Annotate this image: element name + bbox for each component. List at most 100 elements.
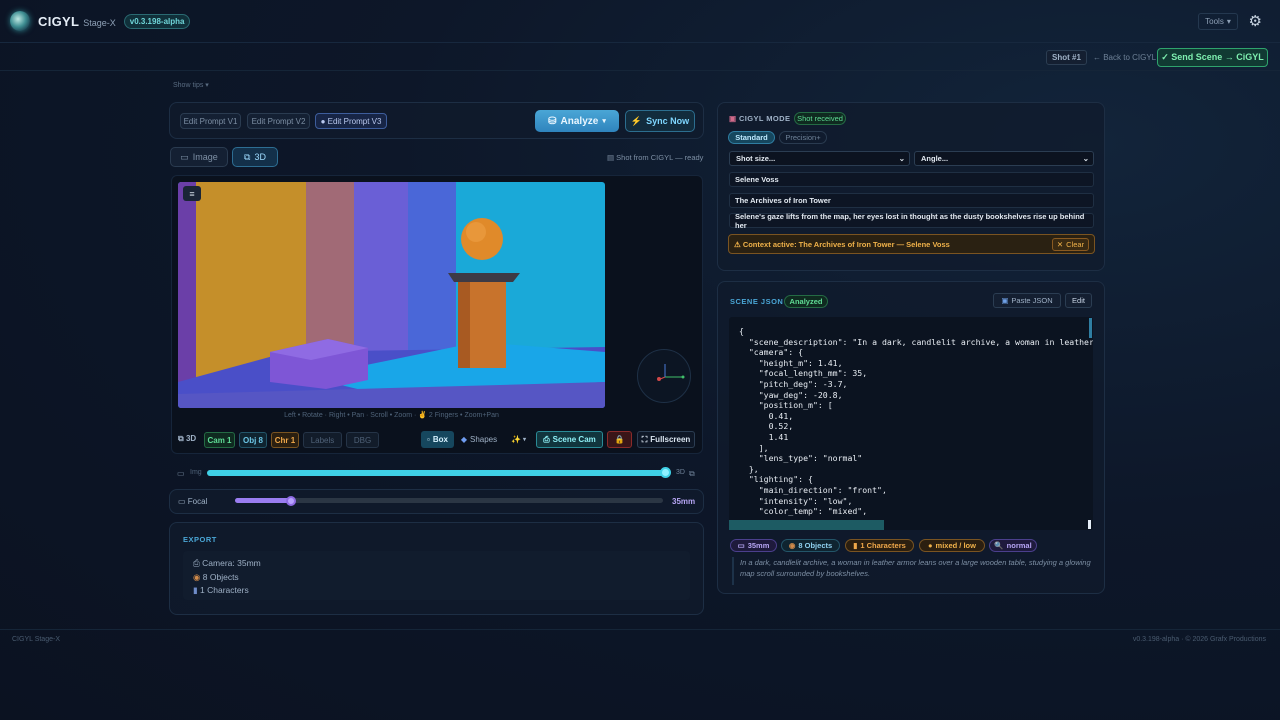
expand-icon: ⛶ [641,434,648,444]
send-scene-button[interactable]: ✓ Send Scene → CiGYL [1157,48,1268,67]
footer-divider [0,629,1280,630]
lock-icon[interactable]: 🔒 [607,431,632,448]
toggle-dbg[interactable]: DBG [346,432,379,448]
paste-json-label: Paste JSON [1011,296,1053,305]
paste-json-button[interactable]: ▣ Paste JSON [993,293,1061,308]
mode-slider-left: Img [190,469,202,476]
pedestal-top [448,273,520,282]
mode-label: 3D [185,434,197,443]
tag-lens-text: normal [1006,541,1032,550]
scene-render[interactable] [178,182,605,408]
fullscreen-button[interactable]: ⛶ Fullscreen [637,431,695,448]
json-line: "intensity": "low", [739,495,853,506]
export-title: EXPORT [183,535,217,544]
focal-slider[interactable] [235,498,663,503]
tab-precision[interactable]: Precision+ [779,131,827,144]
angle-select[interactable]: Angle... ⌄ [914,151,1094,166]
tag-lighting: ● mixed / low [919,539,985,552]
film-icon: ▣ [729,114,739,123]
angle-value: Angle... [921,154,949,163]
export-characters: ▮ 1 Characters [193,585,249,596]
vertical-scrollbar[interactable] [1089,318,1092,338]
toggle-labels[interactable]: Labels [303,432,342,448]
3d-viewport[interactable] [178,182,605,408]
export-camera-text: Camera: 35mm [202,558,261,568]
json-line: "yaw_deg": -20.8, [739,389,843,400]
fullscreen-label: Fullscreen [650,435,691,444]
export-objects-text: 8 Objects [202,572,239,582]
edit-json-button[interactable]: Edit [1065,293,1092,308]
violet-wall [354,182,408,362]
scene-json-editor[interactable]: { "scene_description": "In a dark, candl… [729,317,1093,530]
analyzed-badge: Analyzed [784,295,828,308]
clear-context-button[interactable]: ✕ Clear [1052,238,1089,251]
toggle-cam[interactable]: Cam 1 [204,432,235,448]
toggle-chr[interactable]: Chr 1 [271,432,299,448]
tag-focal: ▭ 35mm [730,539,777,552]
json-line: 1.41 [739,431,789,442]
shot-badge[interactable]: Shot #1 [1046,50,1087,65]
close-icon: ✕ [1056,240,1064,249]
tag-characters-text: 1 Characters [860,541,906,550]
sync-now-button[interactable]: ⚡ Sync Now [625,110,695,132]
action-field[interactable]: Selene's gaze lifts from the map, her ey… [729,212,1094,230]
gear-icon[interactable]: ⚙ [1249,12,1262,30]
edit-prompt-v1[interactable]: Edit Prompt V1 [180,113,241,129]
menu-icon[interactable]: ≡ [183,186,201,201]
box-tool-button[interactable]: ▫ Box [421,431,454,448]
blue-wall [408,182,456,357]
export-characters-text: 1 Characters [200,585,249,595]
cigyl-mode-title-text: CIGYL MODE [738,114,791,123]
tag-lens: 🔍 normal [989,539,1037,552]
chevron-down-icon: ⌄ [1082,154,1089,163]
tab-standard[interactable]: Standard [728,131,775,144]
camera-icon: ⎙ [193,558,203,568]
tools-label: Tools [1205,17,1224,26]
chevron-down-icon: ▾ [522,437,526,443]
character-field[interactable]: Selene Voss [729,172,1094,187]
mode-slider[interactable] [207,470,666,476]
json-line: "main_direction": "front", [739,484,887,495]
chevron-down-icon: ▾ [1226,17,1231,26]
shapes-label: Shapes [470,435,498,444]
diamond-icon: ◆ [460,435,467,444]
sun-icon: ● [928,541,933,550]
edit-prompt-v2[interactable]: Edit Prompt V2 [247,113,310,129]
focal-slider-knob[interactable] [285,496,296,506]
sync-label: Sync Now [646,116,690,126]
json-line: }, [739,463,759,474]
clipboard-icon: ▣ [1001,296,1009,305]
focal-value: 35mm [672,497,696,506]
scene-cam-button[interactable]: ⎙ Scene Cam [536,431,603,448]
cigyl-mode-title: ▣ CIGYL MODE [729,114,790,123]
focal-label-text: Focal [187,497,208,506]
view-gizmo[interactable] [637,349,691,403]
shapes-tool-button[interactable]: ◆ Shapes [456,431,502,448]
json-line: "focal_length_mm": 35, [739,368,868,379]
magic-tool-button[interactable]: ✨ ▾ [506,431,531,448]
tab-image[interactable]: ▭ Image [170,147,228,167]
tab-image-label: Image [192,152,218,162]
json-line: "pitch_deg": -3.7, [739,378,848,389]
location-field[interactable]: The Archives of Iron Tower [729,193,1094,208]
shot-status: ▤ Shot from CIGYL — ready [607,153,703,162]
json-line: { [739,326,744,336]
footer-left: CIGYL Stage-X [12,636,60,643]
cube-icon: ⧉ [689,469,695,478]
toggle-obj[interactable]: Obj 8 [239,432,267,448]
context-label: Context active: The Archives of Iron Tow… [742,240,950,249]
horizontal-scrollbar[interactable] [729,520,884,530]
left-edge [178,182,196,382]
back-link[interactable]: ← Back to CIGYL [1093,53,1156,62]
shot-size-select[interactable]: Shot size... ⌄ [729,151,910,166]
camera-icon: ▭ [737,541,745,550]
show-tips-toggle[interactable]: Show tips ▾ [173,81,209,89]
edit-prompt-v3[interactable]: ● Edit Prompt V3 [315,113,387,129]
tools-dropdown[interactable]: Tools ▾ [1198,13,1238,30]
tab-3d[interactable]: ⧉ 3D [232,147,278,167]
action-bar [0,43,1280,71]
analyze-button[interactable]: ⛁ Analyze ▾ [535,110,619,132]
json-line: "lens_type": "normal" [739,453,863,464]
tag-lighting-text: mixed / low [935,541,976,550]
mode-slider-knob[interactable] [660,467,671,478]
